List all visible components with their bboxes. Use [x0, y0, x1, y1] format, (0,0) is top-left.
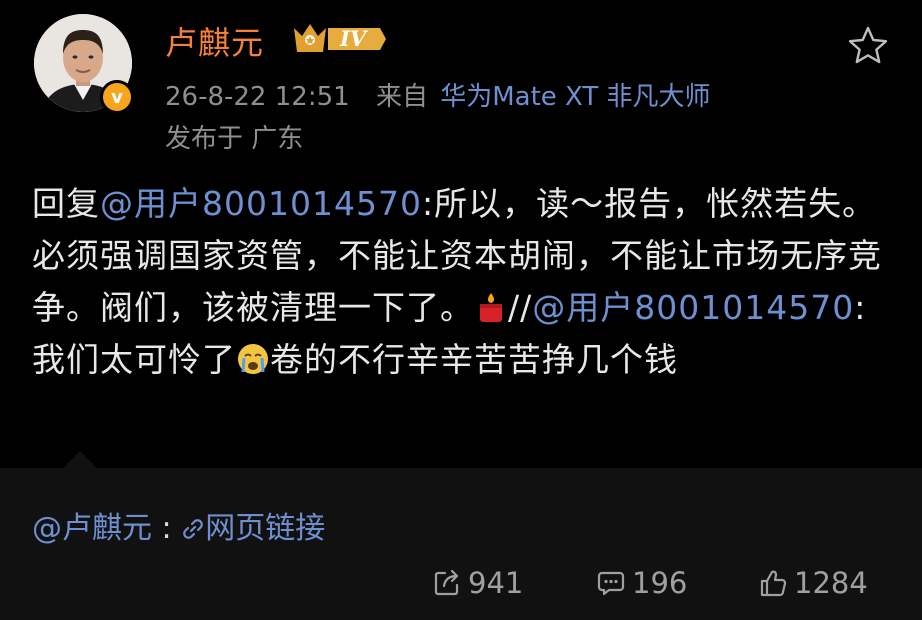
- thumbs-up-icon: [760, 570, 787, 597]
- favorite-button[interactable]: [846, 24, 890, 68]
- source-prefix: 来自: [375, 82, 428, 112]
- location: 发布于 广东: [165, 124, 304, 154]
- repost-count: 941: [468, 566, 524, 600]
- quoted-author-link[interactable]: @卢麒元: [32, 511, 152, 546]
- mention-link[interactable]: @用户8001014570: [532, 288, 854, 327]
- crying-face-emoji-icon: [238, 344, 268, 374]
- username[interactable]: 卢麒元: [165, 18, 264, 64]
- quoted-text: @卢麒元 : 网页链接: [32, 503, 325, 547]
- link-icon: [183, 519, 204, 539]
- level-badge: IV: [290, 20, 388, 58]
- timestamp: 26-8-22 12:51: [165, 82, 350, 112]
- mention-link[interactable]: @用户8001014570: [100, 184, 422, 223]
- source-device-link[interactable]: 华为Mate XT 非凡大师: [440, 82, 710, 112]
- content-text: 卷的不行辛辛苦苦挣几个钱: [270, 340, 678, 379]
- content-separator: //: [508, 288, 533, 327]
- comment-button[interactable]: 196: [596, 566, 687, 600]
- comment-count: 196: [632, 566, 688, 600]
- weibo-post: v 卢麒元 IV 26-8-22 12:51 来自 华为Mate XT 非凡大师…: [0, 0, 922, 470]
- level-text: IV: [340, 26, 367, 51]
- post-meta: 26-8-22 12:51 来自 华为Mate XT 非凡大师: [165, 76, 711, 113]
- verified-badge-icon: v: [100, 80, 134, 114]
- like-count: 1284: [794, 566, 868, 600]
- post-content: 回复@用户8001014570:所以，读～报告，怅然若失。必须强调国家资管，不能…: [32, 178, 892, 386]
- comment-icon: [597, 571, 625, 596]
- web-link[interactable]: 网页链接: [181, 511, 325, 546]
- web-link-label: 网页链接: [205, 511, 326, 546]
- repost-button[interactable]: 941: [432, 566, 523, 600]
- candle-emoji-icon: [480, 293, 502, 322]
- reply-prefix: 回复: [32, 184, 100, 223]
- repost-icon: [434, 569, 459, 596]
- quote-separator: :: [161, 511, 172, 546]
- like-button[interactable]: 1284: [758, 566, 868, 600]
- star-outline-icon: [848, 26, 888, 64]
